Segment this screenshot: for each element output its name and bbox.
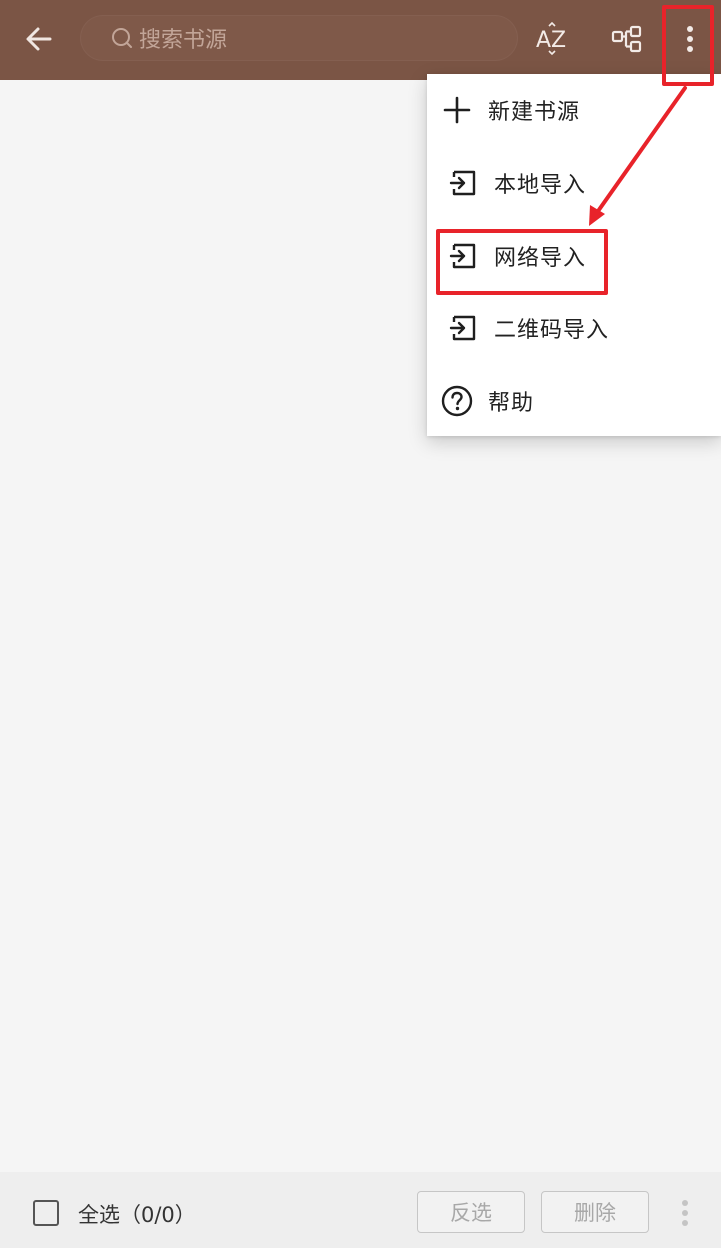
menu-item-label: 本地导入 <box>494 173 587 198</box>
bottom-action-bar: 全选（0/0） 反选 删除 <box>0 1172 721 1248</box>
delete-button[interactable]: 删除 <box>541 1191 649 1233</box>
menu-item-label: 新建书源 <box>488 100 581 125</box>
plus-icon <box>439 92 475 128</box>
invert-selection-button[interactable]: 反选 <box>417 1191 525 1233</box>
menu-item-local-import[interactable]: 本地导入 <box>427 147 721 219</box>
search-icon <box>112 28 132 48</box>
bottom-more-button[interactable] <box>670 1194 700 1232</box>
select-all-label: 全选（0/0） <box>78 1203 196 1227</box>
sort-az-icon: AZ <box>536 22 566 56</box>
group-icon <box>611 25 642 53</box>
menu-item-label: 帮助 <box>488 391 535 416</box>
book-source-screen: 搜索书源 AZ 新建书源 本地导入 网络导入 二维码导入 帮助 全选（0/0） … <box>0 0 721 1248</box>
app-bar: 搜索书源 AZ <box>0 0 721 80</box>
menu-item-help[interactable]: 帮助 <box>427 365 721 437</box>
import-icon <box>445 310 481 346</box>
menu-item-label: 二维码导入 <box>494 318 610 343</box>
help-circle-icon <box>439 383 475 419</box>
arrow-left-icon <box>26 27 52 51</box>
sort-label: AZ <box>536 28 566 53</box>
select-all-checkbox[interactable] <box>33 1200 59 1226</box>
search-input[interactable]: 搜索书源 <box>80 15 518 61</box>
highlight-box-network-import <box>436 229 608 295</box>
group-button[interactable] <box>604 18 650 60</box>
back-button[interactable] <box>14 16 64 62</box>
menu-item-qrcode-import[interactable]: 二维码导入 <box>427 292 721 364</box>
sort-button[interactable]: AZ <box>530 18 578 60</box>
search-placeholder: 搜索书源 <box>139 28 228 53</box>
more-vertical-icon <box>682 1200 688 1226</box>
import-icon <box>445 165 481 201</box>
highlight-box-more <box>662 5 714 86</box>
